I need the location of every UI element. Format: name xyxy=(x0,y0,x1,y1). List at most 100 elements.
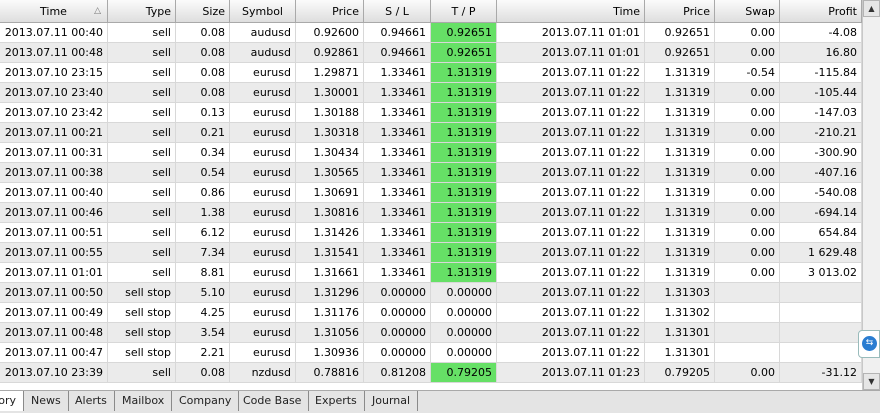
cell-tp: 0.00000 xyxy=(431,323,497,343)
cell-size: 3.54 xyxy=(176,323,230,343)
cell-close-time: 2013.07.11 01:22 xyxy=(497,323,645,343)
cell-symbol: nzdusd xyxy=(230,363,296,383)
tab-mailbox[interactable]: Mailbox xyxy=(115,391,173,411)
tab-alerts[interactable]: Alerts xyxy=(68,391,115,411)
cell-type: sell stop xyxy=(108,303,176,323)
teamviewer-icon: ⇆ xyxy=(862,336,877,351)
cell-swap xyxy=(715,303,780,323)
cell-swap xyxy=(715,323,780,343)
cell-symbol: eurusd xyxy=(230,343,296,363)
terminal-tabs: History News Alerts Mailbox Company Code… xyxy=(0,390,880,413)
cell-profit: -115.84 xyxy=(780,63,862,83)
cell-close-price: 1.31319 xyxy=(645,243,715,263)
scroll-up-icon[interactable]: ▲ xyxy=(863,0,880,17)
cell-type: sell xyxy=(108,363,176,383)
cell-sl: 1.33461 xyxy=(364,163,431,183)
cell-close-price: 1.31301 xyxy=(645,343,715,363)
cell-sl: 0.00000 xyxy=(364,343,431,363)
cell-sl: 1.33461 xyxy=(364,143,431,163)
cell-type: sell xyxy=(108,183,176,203)
cell-open-time: 2013.07.11 00:48 xyxy=(0,43,108,63)
tab-experts[interactable]: Experts xyxy=(308,391,365,411)
cell-size: 8.81 xyxy=(176,263,230,283)
cell-symbol: eurusd xyxy=(230,203,296,223)
cell-type: sell xyxy=(108,143,176,163)
cell-sl: 0.00000 xyxy=(364,303,431,323)
cell-size: 0.08 xyxy=(176,363,230,383)
header-symbol[interactable]: Symbol xyxy=(230,0,296,23)
header-swap[interactable]: Swap xyxy=(715,0,780,23)
tab-code-base[interactable]: Code Base xyxy=(236,391,310,411)
cell-swap: 0.00 xyxy=(715,103,780,123)
cell-close-time: 2013.07.11 01:22 xyxy=(497,63,645,83)
header-size[interactable]: Size xyxy=(176,0,230,23)
cell-close-price: 1.31319 xyxy=(645,223,715,243)
cell-symbol: eurusd xyxy=(230,83,296,103)
cell-symbol: eurusd xyxy=(230,263,296,283)
cell-size: 0.86 xyxy=(176,183,230,203)
history-table: Time △ Type Size Symbol Price S / L T / P… xyxy=(0,0,862,390)
cell-sl: 1.33461 xyxy=(364,183,431,203)
cell-tp: 1.31319 xyxy=(431,163,497,183)
cell-type: sell xyxy=(108,63,176,83)
header-open-time[interactable]: Time △ xyxy=(0,0,108,23)
scroll-down-icon[interactable]: ▼ xyxy=(863,373,880,390)
cell-tp: 0.00000 xyxy=(431,343,497,363)
cell-open-price: 1.31661 xyxy=(296,263,364,283)
cell-open-price: 1.30188 xyxy=(296,103,364,123)
cell-profit: -4.08 xyxy=(780,23,862,43)
cell-swap: 0.00 xyxy=(715,263,780,283)
cell-profit xyxy=(780,323,862,343)
cell-swap: 0.00 xyxy=(715,243,780,263)
teamviewer-panel[interactable]: ⇆ xyxy=(858,330,880,358)
header-close-time[interactable]: Time xyxy=(497,0,645,23)
cell-close-time: 2013.07.11 01:22 xyxy=(497,83,645,103)
cell-close-price: 0.92651 xyxy=(645,43,715,63)
cell-profit: 3 013.02 xyxy=(780,263,862,283)
cell-open-time: 2013.07.11 00:38 xyxy=(0,163,108,183)
cell-symbol: eurusd xyxy=(230,143,296,163)
cell-size: 0.34 xyxy=(176,143,230,163)
tab-news[interactable]: News xyxy=(24,391,69,411)
tab-history[interactable]: History xyxy=(0,391,24,411)
cell-sl: 1.33461 xyxy=(364,243,431,263)
cell-tp: 1.31319 xyxy=(431,183,497,203)
tab-journal[interactable]: Journal xyxy=(365,391,419,411)
header-type[interactable]: Type xyxy=(108,0,176,23)
cell-profit: -407.16 xyxy=(780,163,862,183)
cell-type: sell xyxy=(108,123,176,143)
cell-open-time: 2013.07.11 00:47 xyxy=(0,343,108,363)
cell-profit: -300.90 xyxy=(780,143,862,163)
cell-sl: 1.33461 xyxy=(364,223,431,243)
header-tp[interactable]: T / P xyxy=(431,0,497,23)
cell-swap: 0.00 xyxy=(715,223,780,243)
header-open-price[interactable]: Price xyxy=(296,0,364,23)
cell-tp: 0.79205 xyxy=(431,363,497,383)
cell-close-time: 2013.07.11 01:01 xyxy=(497,43,645,63)
cell-swap: 0.00 xyxy=(715,163,780,183)
cell-tp: 1.31319 xyxy=(431,223,497,243)
cell-size: 0.08 xyxy=(176,63,230,83)
tab-company[interactable]: Company xyxy=(172,391,240,411)
cell-open-price: 1.31296 xyxy=(296,283,364,303)
cell-tp: 1.31319 xyxy=(431,103,497,123)
cell-profit: -31.12 xyxy=(780,363,862,383)
cell-tp: 1.31319 xyxy=(431,203,497,223)
cell-size: 5.10 xyxy=(176,283,230,303)
cell-close-price: 1.31319 xyxy=(645,143,715,163)
cell-profit: -540.08 xyxy=(780,183,862,203)
cell-type: sell xyxy=(108,83,176,103)
cell-profit xyxy=(780,283,862,303)
cell-open-price: 1.30434 xyxy=(296,143,364,163)
cell-open-time: 2013.07.11 00:40 xyxy=(0,23,108,43)
header-profit[interactable]: Profit xyxy=(780,0,862,23)
cell-open-time: 2013.07.11 00:31 xyxy=(0,143,108,163)
cell-close-time: 2013.07.11 01:22 xyxy=(497,223,645,243)
header-close-price[interactable]: Price xyxy=(645,0,715,23)
cell-open-time: 2013.07.11 00:40 xyxy=(0,183,108,203)
header-sl[interactable]: S / L xyxy=(364,0,431,23)
cell-close-time: 2013.07.11 01:22 xyxy=(497,303,645,323)
cell-sl: 1.33461 xyxy=(364,83,431,103)
cell-close-price: 1.31319 xyxy=(645,63,715,83)
cell-close-time: 2013.07.11 01:22 xyxy=(497,123,645,143)
